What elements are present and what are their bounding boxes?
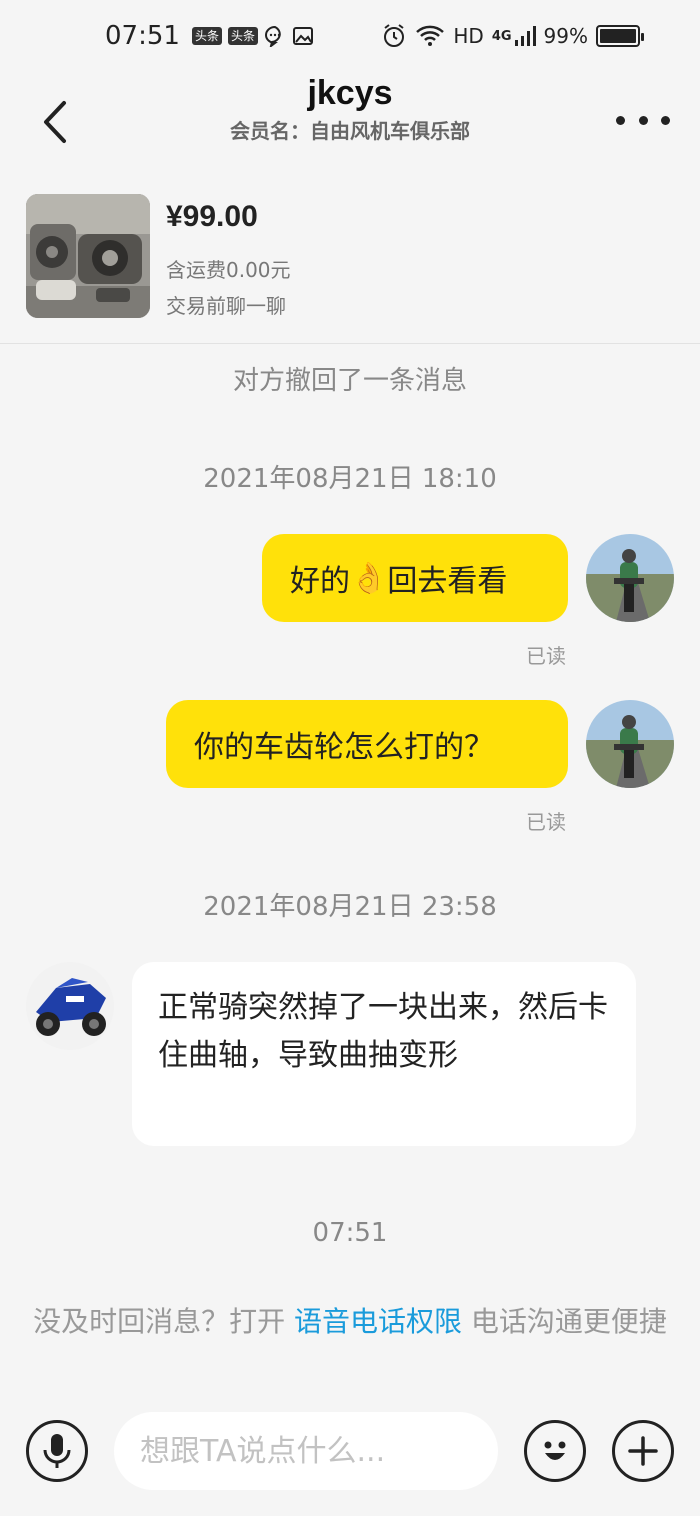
timestamp: 07:51 [312,1218,388,1248]
toutiao-badge: 头条 [227,27,258,45]
product-card[interactable]: ¥99.00 含运费0.00元 交易前聊一聊 [0,176,700,344]
wifi-icon [415,24,445,48]
my-avatar[interactable] [586,534,674,622]
timestamp: 2021年08月21日 23:58 [203,892,497,922]
signal-icon: 4G [492,25,536,47]
microphone-icon [43,1434,71,1468]
message-icon [264,25,286,47]
chat-hint: 交易前聊一聊 [166,294,286,318]
toutiao-badge: 头条 [191,27,222,45]
smiley-icon [544,1441,566,1460]
message-text: 你的车齿轮怎么打的？ [194,730,494,765]
plus-icon [628,1436,658,1466]
member-name: 会员名：自由风机车俱乐部 [230,119,470,143]
more-dots-icon [661,115,670,125]
status-bar: 07:51 头条 头条 HD 4G 99% [0,0,700,72]
battery-percent: 99% [543,24,588,48]
voice-input-button[interactable] [26,1420,88,1482]
voice-permission-link[interactable]: 语音电话权限 [294,1305,462,1338]
rider-photo [586,700,674,788]
read-status: 已读 [526,644,566,668]
shipping-fee: 含运费0.00元 [166,258,291,282]
page-title: jkcys [307,74,393,112]
message-text: 好的 [290,564,350,599]
message-bubble-incoming[interactable]: 正常骑突然掉了一块出来，然后卡住曲轴，导致曲抽变形 [132,962,636,1146]
contact-avatar[interactable] [26,962,114,1050]
tip-text: 电话沟通更便捷 [462,1305,667,1338]
product-image[interactable] [26,194,150,318]
my-avatar[interactable] [586,700,674,788]
input-bar [0,1396,700,1516]
voice-permission-tip: 没及时回消息？打开 语音电话权限 电话沟通更便捷 [0,1300,700,1370]
message-input[interactable] [114,1412,498,1490]
message-bubble-outgoing[interactable]: 你的车齿轮怎么打的？ [166,700,568,788]
status-time: 07:51 [105,21,180,51]
rider-photo [586,534,674,622]
more-dots-icon [638,115,648,125]
more-actions-button[interactable] [612,1420,674,1482]
timestamp: 2021年08月21日 18:10 [203,464,497,494]
tip-text: 没及时回消息？打开 [33,1305,294,1338]
emoji-button[interactable] [524,1420,586,1482]
engine-parts-image [26,194,150,318]
product-price: ¥99.00 [166,200,258,233]
chat-header: jkcys 会员名：自由风机车俱乐部 [0,72,700,172]
status-left: 07:51 头条 头条 [105,21,314,51]
motorcycle-photo [26,962,114,1050]
recalled-notice: 对方撤回了一条消息 [232,366,467,396]
message-bubble-outgoing[interactable]: 好的 👌 回去看看 [262,534,568,622]
message-text: 回去看看 [387,564,508,599]
read-status: 已读 [526,810,566,834]
signal-label: 4G [491,28,512,44]
gallery-icon [292,25,314,47]
ok-hand-emoji: 👌 [350,560,388,596]
status-right: HD 4G 99% [381,23,644,49]
more-dots-icon [616,115,625,125]
battery-icon [596,25,644,47]
more-options-button[interactable] [616,102,670,138]
network-label: HD [453,24,484,48]
battery-level [600,29,636,43]
message-text: 正常骑突然掉了一块出来，然后卡住曲轴，导致曲抽变形 [158,990,608,1073]
header-title-group: jkcys 会员名：自由风机车俱乐部 [0,74,700,144]
alarm-icon [381,23,407,49]
